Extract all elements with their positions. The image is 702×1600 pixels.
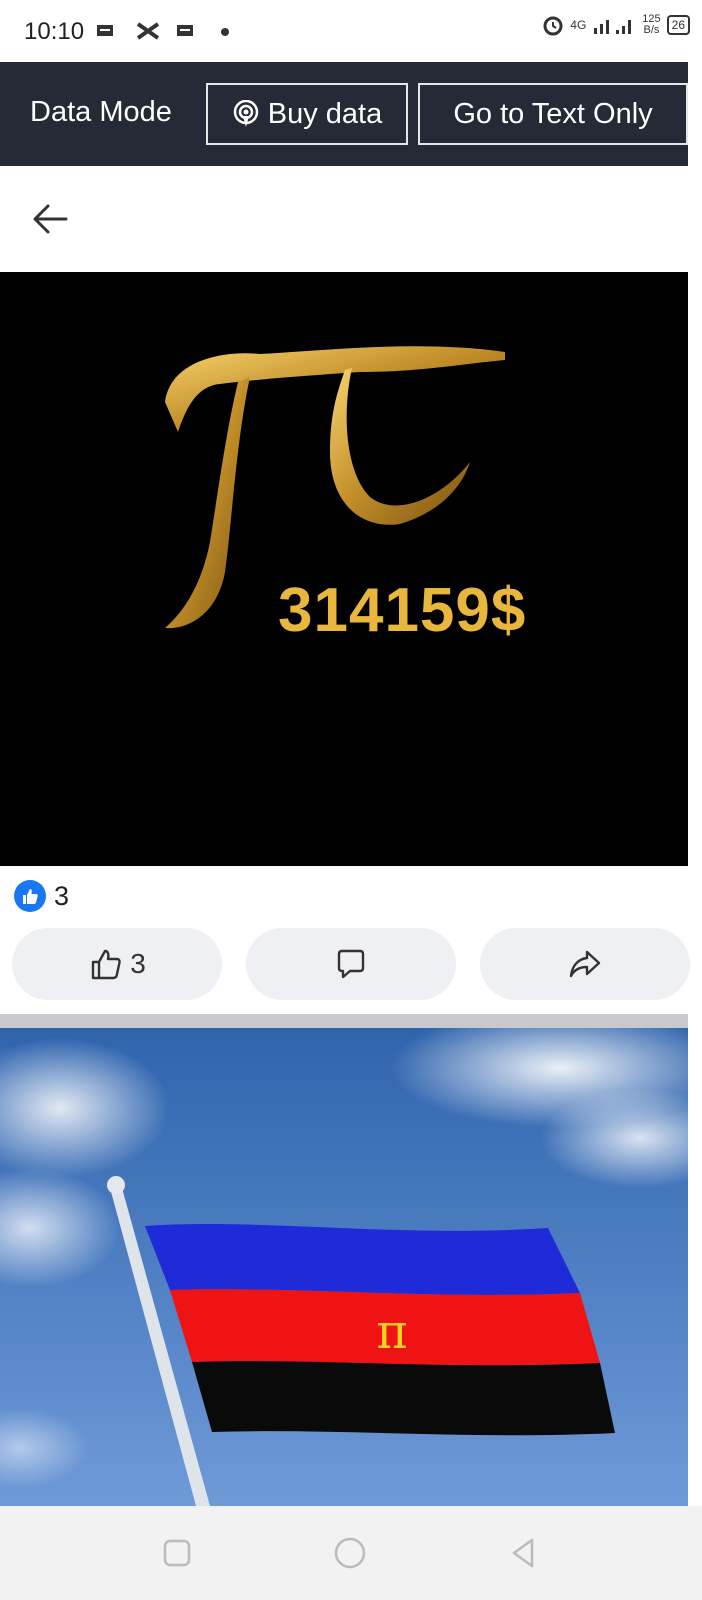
comment-button[interactable]: [246, 928, 456, 1000]
data-mode-bar: Data Mode Buy data Go to Text Only: [0, 62, 688, 166]
alarm-icon: [543, 16, 563, 36]
text-only-button[interactable]: Go to Text Only: [418, 83, 688, 145]
flag-image: π: [0, 1028, 688, 1506]
battery-indicator: 26: [666, 15, 690, 35]
network-type: 4G: [570, 18, 587, 32]
flag-pi-symbol: π: [376, 1304, 408, 1360]
signal-icon: [594, 20, 632, 34]
status-bar: 10:10 4G 125 B/s 26: [0, 0, 702, 62]
thumbs-up-icon: [92, 949, 121, 980]
post-image-flag[interactable]: π: [0, 1028, 688, 1506]
buy-data-label: Buy data: [267, 97, 383, 130]
text-only-label: Go to Text Only: [453, 97, 653, 130]
notification-dot-icon: [221, 28, 229, 36]
price-text: 314159$: [278, 576, 527, 645]
arrow-left-icon[interactable]: [28, 196, 74, 242]
post-actions: 3: [0, 928, 702, 1002]
like-reaction-icon: [14, 880, 46, 912]
reaction-count: 3: [54, 880, 70, 911]
data-rate: 125 B/s: [642, 14, 660, 36]
x-app-icon: [136, 22, 160, 40]
like-button[interactable]: 3: [12, 928, 222, 1000]
message-icon: [97, 25, 113, 36]
podcast-icon: [233, 100, 258, 127]
pi-logo-icon: [165, 346, 505, 629]
share-button[interactable]: [480, 928, 690, 1000]
chat-icon: [177, 25, 193, 36]
status-time: 10:10: [24, 18, 85, 45]
back-nav-icon[interactable]: [508, 1536, 538, 1570]
data-mode-label: Data Mode: [30, 96, 172, 128]
post-header: [0, 166, 688, 272]
like-count: 3: [130, 948, 146, 979]
post-image-pi-logo[interactable]: 314159$: [0, 272, 688, 866]
system-nav-bar: [0, 1506, 702, 1600]
home-icon[interactable]: [333, 1536, 367, 1570]
share-icon: [569, 950, 601, 978]
reaction-summary[interactable]: 3: [14, 878, 69, 914]
data-rate-unit: B/s: [643, 24, 660, 36]
comment-icon: [337, 949, 365, 979]
post-divider: [0, 1014, 688, 1028]
recent-apps-icon[interactable]: [162, 1538, 192, 1568]
buy-data-button[interactable]: Buy data: [206, 83, 408, 145]
status-right: 4G 125 B/s 26: [542, 14, 690, 36]
